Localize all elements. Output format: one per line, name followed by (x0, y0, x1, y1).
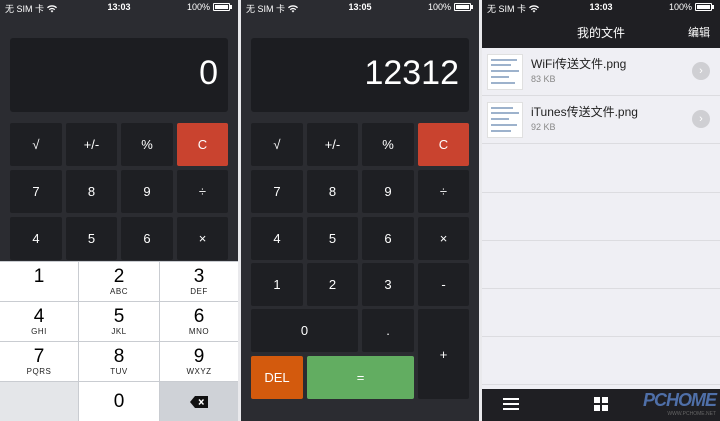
chevron-right-icon[interactable]: › (692, 110, 710, 128)
numpad-key-1[interactable]: 1 (0, 262, 78, 301)
key-6[interactable]: 6 (121, 217, 173, 260)
display-value: 12312 (364, 54, 459, 92)
key-9[interactable]: 9 (362, 170, 414, 213)
file-manager-screen: 无 SIM 卡 13:03 100% 我的文件 编辑 WiFi传送文件.png … (482, 0, 720, 421)
minus-key[interactable]: - (418, 263, 469, 306)
status-bar: 无 SIM 卡 13:05 100% (241, 0, 479, 16)
key-0[interactable]: 0 (251, 309, 358, 352)
backspace-icon (190, 395, 208, 408)
battery-percent: 100% (186, 2, 210, 12)
plus-key[interactable]: + (418, 309, 469, 399)
numpad-key-9[interactable]: 9 WXYZ (160, 342, 238, 381)
key-7[interactable]: 7 (251, 170, 303, 213)
file-row[interactable]: WiFi传送文件.png 83 KB › (482, 48, 720, 96)
key-1[interactable]: 1 (251, 263, 303, 306)
delete-key[interactable]: DEL (251, 356, 303, 399)
decimal-key[interactable]: . (362, 309, 414, 352)
key-9[interactable]: 9 (121, 170, 173, 213)
key-5[interactable]: 5 (307, 217, 358, 260)
file-row[interactable]: iTunes传送文件.png 92 KB › (482, 96, 720, 144)
clear-key[interactable]: C (177, 123, 228, 166)
display-value: 0 (199, 54, 218, 92)
calculator-display: 0 (10, 38, 228, 112)
key-2[interactable]: 2 (307, 263, 358, 306)
numpad-key-8[interactable]: 8 TUV (79, 342, 159, 381)
calculator-screen-2: 无 SIM 卡 13:05 100% 12312 √ +/- % C 7 8 9… (241, 0, 479, 421)
sign-key[interactable]: +/- (66, 123, 117, 166)
battery-icon (213, 3, 230, 11)
sign-key[interactable]: +/- (307, 123, 358, 166)
percent-key[interactable]: % (121, 123, 173, 166)
battery-icon (454, 3, 471, 11)
file-size: 92 KB (531, 122, 556, 132)
key-4[interactable]: 4 (10, 217, 62, 260)
key-5[interactable]: 5 (66, 217, 117, 260)
numpad-key-2[interactable]: 2 ABC (79, 262, 159, 301)
backspace-key[interactable] (160, 382, 238, 421)
page-title: 我的文件 (576, 26, 625, 40)
multiply-key[interactable]: × (418, 217, 469, 260)
status-bar: 无 SIM 卡 13:03 100% (482, 0, 720, 16)
grid-icon[interactable] (594, 397, 608, 411)
navigation-bar: 无 SIM 卡 13:03 100% 我的文件 编辑 (482, 0, 720, 48)
numpad-key-4[interactable]: 4 GHI (0, 302, 78, 341)
numpad-blank-key (0, 382, 78, 421)
equals-key[interactable]: = (307, 356, 414, 399)
key-4[interactable]: 4 (251, 217, 303, 260)
battery-icon (695, 3, 712, 11)
calculator-screen-1: 无 SIM 卡 13:03 100% 0 √ +/- % C 7 8 9 ÷ 4… (0, 0, 238, 421)
file-thumbnail (487, 102, 523, 138)
sqrt-key[interactable]: √ (251, 123, 303, 166)
key-7[interactable]: 7 (10, 170, 62, 213)
file-thumbnail (487, 54, 523, 90)
list-icon[interactable] (503, 397, 519, 411)
battery-percent: 100% (427, 2, 451, 12)
watermark-logo: PCHOME WWW.PCHOME.NET (642, 390, 717, 417)
calculator-display: 12312 (251, 38, 469, 112)
numpad-key-7[interactable]: 7 PQRS (0, 342, 78, 381)
numpad-key-3[interactable]: 3 DEF (160, 262, 238, 301)
key-6[interactable]: 6 (362, 217, 414, 260)
percent-key[interactable]: % (362, 123, 414, 166)
chevron-right-icon[interactable]: › (692, 62, 710, 80)
sqrt-key[interactable]: √ (10, 123, 62, 166)
divide-key[interactable]: ÷ (177, 170, 228, 213)
numpad-key-6[interactable]: 6 MNO (160, 302, 238, 341)
numpad-key-5[interactable]: 5 JKL (79, 302, 159, 341)
numeric-keyboard: 1 2 ABC 3 DEF 4 GHI 5 JKL 6 MNO 7 PQRS 8 TUV 9W… (0, 261, 238, 421)
multiply-key[interactable]: × (177, 217, 228, 260)
key-8[interactable]: 8 (66, 170, 117, 213)
battery-percent: 100% (668, 2, 692, 12)
clear-key[interactable]: C (418, 123, 469, 166)
file-name: WiFi传送文件.png (531, 57, 627, 71)
file-size: 83 KB (531, 74, 556, 84)
file-name: iTunes传送文件.png (531, 105, 638, 119)
edit-button[interactable]: 编辑 (688, 24, 710, 40)
key-8[interactable]: 8 (307, 170, 358, 213)
status-bar: 无 SIM 卡 13:03 100% (0, 0, 238, 16)
key-3[interactable]: 3 (362, 263, 414, 306)
numpad-key-0[interactable]: 0 (79, 382, 159, 421)
divide-key[interactable]: ÷ (418, 170, 469, 213)
